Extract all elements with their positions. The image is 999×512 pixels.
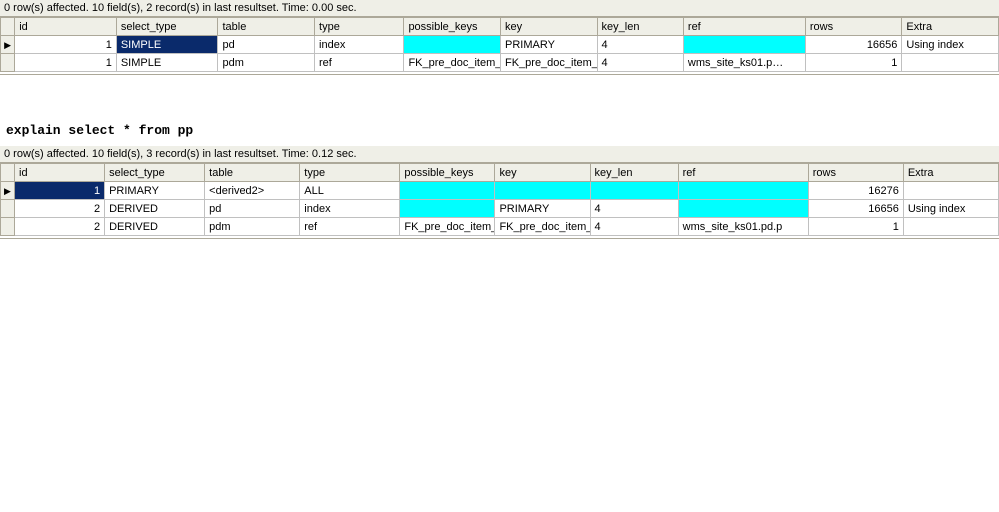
cell-id[interactable]: 2 — [15, 200, 105, 218]
cell-table[interactable]: pdm — [205, 218, 300, 236]
result-grid-2[interactable]: id select_type table type possible_keys … — [0, 163, 999, 236]
cell-ref[interactable] — [683, 36, 805, 54]
header-row: id select_type table type possible_keys … — [1, 164, 999, 182]
cell-key_len[interactable] — [590, 182, 678, 200]
cell-key[interactable]: FK_pre_doc_item_2 — [500, 54, 597, 72]
col-extra[interactable]: Extra — [903, 164, 998, 182]
query-text: explain select * from pp — [0, 115, 999, 146]
cell-key_len[interactable]: 4 — [590, 200, 678, 218]
col-key[interactable]: key — [500, 18, 597, 36]
col-key[interactable]: key — [495, 164, 590, 182]
cell-rows[interactable]: 16656 — [805, 36, 902, 54]
row-header[interactable] — [1, 218, 15, 236]
table-row[interactable]: 2DERIVEDpdindex PRIMARY4 16656Using index — [1, 200, 999, 218]
col-extra[interactable]: Extra — [902, 18, 999, 36]
row-header[interactable] — [1, 200, 15, 218]
cell-possible_keys[interactable]: FK_pre_doc_item_2 — [400, 218, 495, 236]
header-row: id select_type table type possible_keys … — [1, 18, 999, 36]
cell-rows[interactable]: 16276 — [808, 182, 903, 200]
status-line-1: 0 row(s) affected. 10 field(s), 2 record… — [0, 0, 999, 17]
status-line-2: 0 row(s) affected. 10 field(s), 3 record… — [0, 146, 999, 163]
result-grid-1[interactable]: id select_type table type possible_keys … — [0, 17, 999, 72]
cell-table[interactable]: pd — [205, 200, 300, 218]
col-type[interactable]: type — [315, 18, 404, 36]
rowhdr-corner — [1, 164, 15, 182]
cell-extra[interactable] — [903, 218, 998, 236]
col-ref[interactable]: ref — [683, 18, 805, 36]
table-row[interactable]: ▶ 1SIMPLEpdindex PRIMARY4 16656Using index — [1, 36, 999, 54]
cell-id[interactable]: 1 — [15, 36, 117, 54]
cell-table[interactable]: <derived2> — [205, 182, 300, 200]
cell-type[interactable]: ref — [300, 218, 400, 236]
col-id[interactable]: id — [15, 18, 117, 36]
cell-extra[interactable]: Using index — [902, 36, 999, 54]
cell-key[interactable]: FK_pre_doc_item_2 — [495, 218, 590, 236]
cell-type[interactable]: ALL — [300, 182, 400, 200]
cell-select_type[interactable]: PRIMARY — [105, 182, 205, 200]
table-row[interactable]: 2DERIVEDpdmrefFK_pre_doc_item_2FK_pre_do… — [1, 218, 999, 236]
cell-select_type[interactable]: DERIVED — [105, 218, 205, 236]
cell-rows[interactable]: 1 — [805, 54, 902, 72]
cell-key[interactable]: PRIMARY — [500, 36, 597, 54]
col-key-len[interactable]: key_len — [597, 18, 683, 36]
cell-id[interactable]: 1 — [15, 182, 105, 200]
cell-type[interactable]: ref — [315, 54, 404, 72]
cell-rows[interactable]: 16656 — [808, 200, 903, 218]
col-ref[interactable]: ref — [678, 164, 808, 182]
cell-table[interactable]: pd — [218, 36, 315, 54]
row-pointer-icon: ▶ — [4, 40, 11, 50]
cell-possible_keys[interactable]: FK_pre_doc_item_2 — [404, 54, 501, 72]
col-type[interactable]: type — [300, 164, 400, 182]
cell-ref[interactable] — [678, 200, 808, 218]
cell-possible_keys[interactable] — [400, 182, 495, 200]
col-possible-keys[interactable]: possible_keys — [400, 164, 495, 182]
col-id[interactable]: id — [15, 164, 105, 182]
cell-key_len[interactable]: 4 — [597, 36, 683, 54]
cell-extra[interactable] — [903, 182, 998, 200]
col-table[interactable]: table — [218, 18, 315, 36]
col-key-len[interactable]: key_len — [590, 164, 678, 182]
cell-type[interactable]: index — [300, 200, 400, 218]
cell-key[interactable] — [495, 182, 590, 200]
cell-rows[interactable]: 1 — [808, 218, 903, 236]
cell-key[interactable]: PRIMARY — [495, 200, 590, 218]
col-possible-keys[interactable]: possible_keys — [404, 18, 501, 36]
cell-ref[interactable] — [678, 182, 808, 200]
cell-key_len[interactable]: 4 — [597, 54, 683, 72]
cell-extra[interactable] — [902, 54, 999, 72]
cell-possible_keys[interactable] — [400, 200, 495, 218]
cell-ref[interactable]: wms_site_ks01.pd.p — [678, 218, 808, 236]
cell-key_len[interactable]: 4 — [590, 218, 678, 236]
row-header[interactable]: ▶ — [1, 36, 15, 54]
cell-id[interactable]: 1 — [15, 54, 117, 72]
table-row[interactable]: ▶ 1PRIMARY<derived2>ALL 16276 — [1, 182, 999, 200]
col-select-type[interactable]: select_type — [116, 18, 218, 36]
row-pointer-icon: ▶ — [4, 186, 11, 196]
col-select-type[interactable]: select_type — [105, 164, 205, 182]
col-rows[interactable]: rows — [808, 164, 903, 182]
cell-type[interactable]: index — [315, 36, 404, 54]
cell-ref[interactable]: wms_site_ks01.p… — [683, 54, 805, 72]
cell-possible_keys[interactable] — [404, 36, 501, 54]
col-table[interactable]: table — [205, 164, 300, 182]
table-row[interactable]: 1SIMPLEpdmrefFK_pre_doc_item_2FK_pre_doc… — [1, 54, 999, 72]
col-rows[interactable]: rows — [805, 18, 902, 36]
cell-table[interactable]: pdm — [218, 54, 315, 72]
row-header[interactable] — [1, 54, 15, 72]
cell-extra[interactable]: Using index — [903, 200, 998, 218]
cell-select_type[interactable]: SIMPLE — [116, 54, 218, 72]
cell-select_type[interactable]: SIMPLE — [116, 36, 218, 54]
rowhdr-corner — [1, 18, 15, 36]
cell-select_type[interactable]: DERIVED — [105, 200, 205, 218]
row-header[interactable]: ▶ — [1, 182, 15, 200]
cell-id[interactable]: 2 — [15, 218, 105, 236]
